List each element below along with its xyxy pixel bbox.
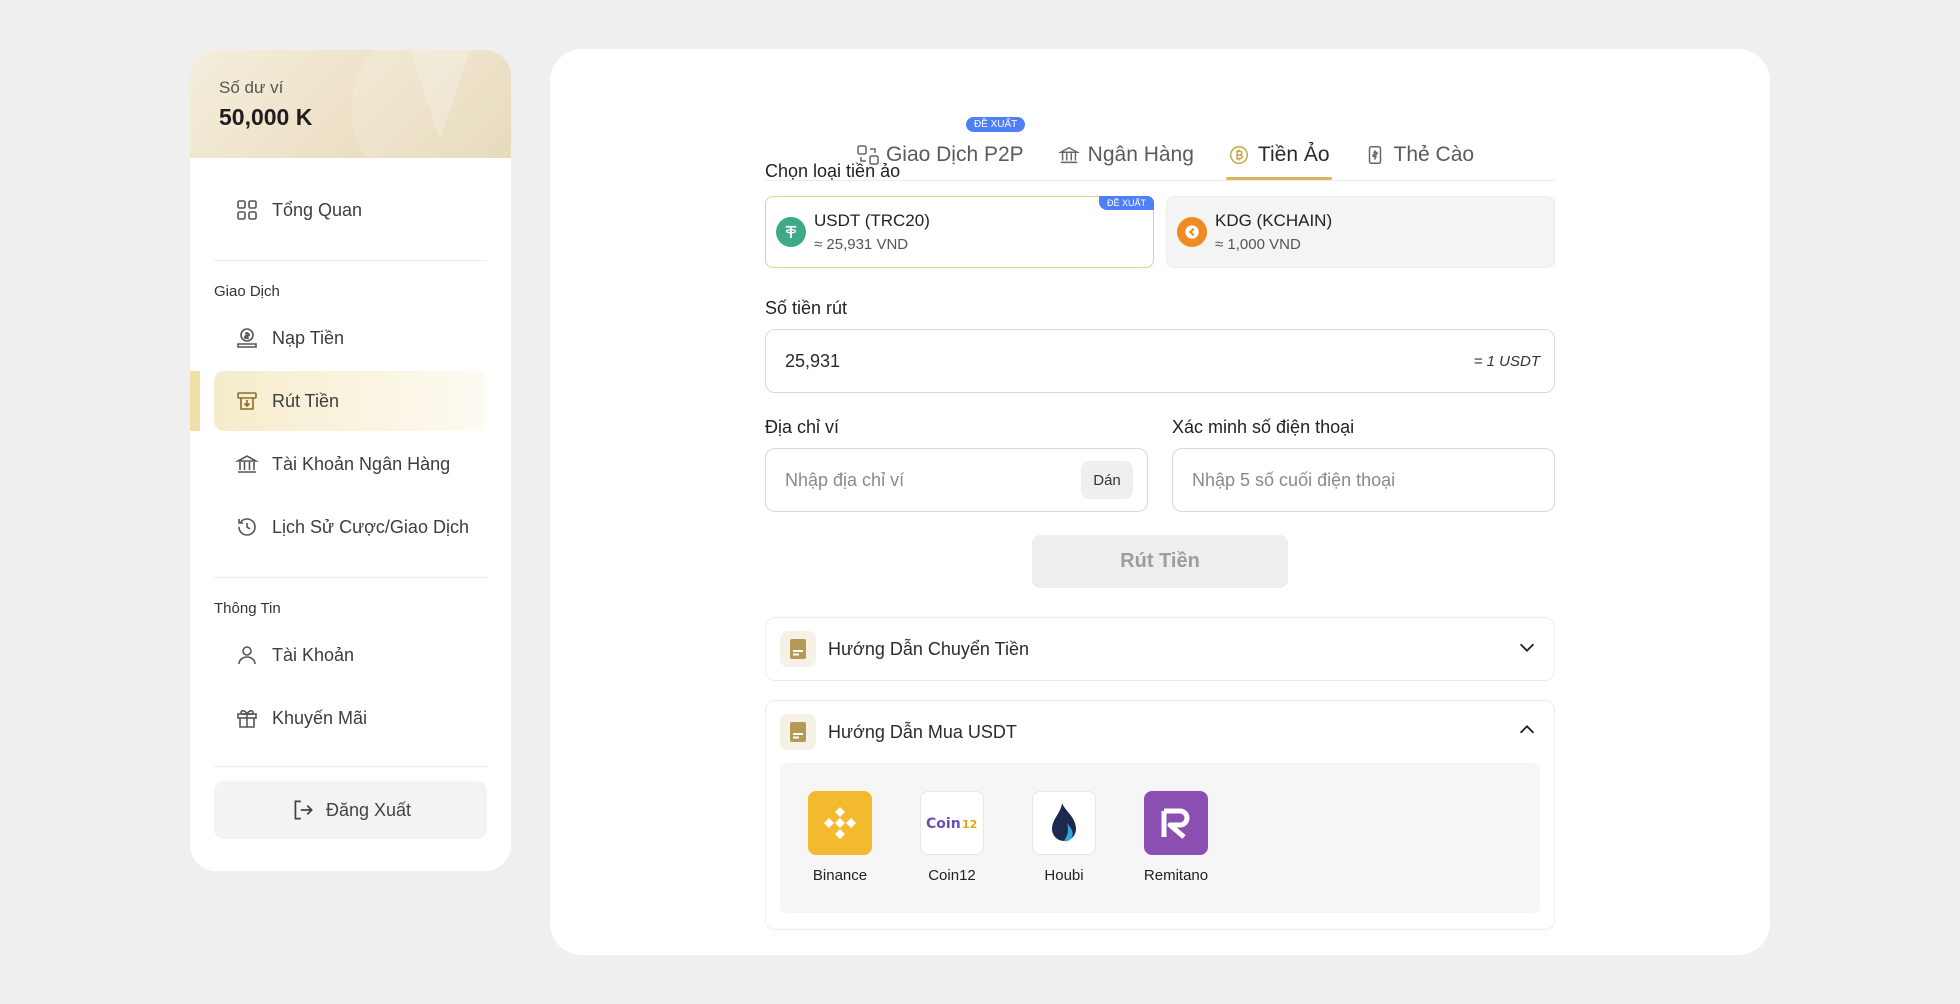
sidebar-item-label: Nạp Tiền [272,327,345,348]
logout-icon [290,797,316,823]
sidebar-item-label: Tổng Quan [272,199,363,220]
amount-conversion: = 1 USDT [1473,352,1540,370]
amount-label: Số tiền rút [765,298,848,318]
sidebar-item-bank-account[interactable]: Tài Khoản Ngân Hàng [214,434,487,494]
phone-verify-input[interactable]: Nhập 5 số cuối điện thoại [1172,448,1555,512]
withdraw-icon [234,388,260,414]
balance-value: 50,000 K [219,104,313,130]
phone-verify-section: Xác minh số điện thoại Nhập 5 số cuối đi… [1172,417,1555,512]
exchange-binance[interactable]: Binance [808,791,872,913]
amount-input[interactable]: 25,931 = 1 USDT [765,329,1555,393]
coin-select-section: Chọn loại tiền ảo ĐỀ XUẤT USDT (TRC20) ≈… [765,161,1555,268]
exchange-name: Houbi [1044,867,1084,884]
accordion-title: Hướng Dẫn Chuyển Tiền [828,638,1029,659]
exchange-coin12[interactable]: Coin 12 Coin12 [920,791,984,913]
paste-button[interactable]: Dán [1081,461,1133,499]
sidebar: Số dư ví 50,000 K Tổng Quan Giao Dịch Nạ… [190,50,511,871]
phone-verify-label: Xác minh số điện thoại [1172,417,1355,437]
chevron-up-icon[interactable] [1516,719,1538,746]
svg-text:12: 12 [962,818,977,831]
exchange-name: Binance [812,867,868,884]
coin-select-label: Chọn loại tiền ảo [765,161,901,181]
wallet-address-placeholder: Nhập địa chỉ ví [785,469,905,490]
chevron-down-icon[interactable] [1516,636,1538,663]
sidebar-item-label: Rút Tiền [272,390,340,411]
section-title-info: Thông Tin [214,600,281,617]
wallet-address-section: Địa chỉ ví Nhập địa chỉ ví Dán [765,417,1148,512]
coin-rate: ≈ 25,931 VND [814,236,909,253]
recommended-badge: ĐỀ XUẤT [1098,196,1154,210]
exchange-list: Binance Coin 12 Coin12 Houbi Remitano [780,763,1540,913]
document-icon [780,631,816,667]
withdraw-submit-button[interactable]: Rút Tiền [1032,535,1288,588]
exchange-remitano[interactable]: Remitano [1144,791,1208,913]
sidebar-item-withdraw[interactable]: Rút Tiền [190,371,487,431]
coin-name: USDT (TRC20) [814,211,930,230]
divider [214,260,487,261]
dashboard-icon [234,197,260,223]
logout-label: Đăng Xuất [325,799,412,820]
sidebar-item-promotion[interactable]: Khuyến Mãi [214,688,487,748]
user-icon [234,642,260,668]
sidebar-item-history[interactable]: Lịch Sử Cược/Giao Dịch [214,497,487,557]
coin12-logo-icon: Coin 12 [920,791,984,855]
coin-rate: ≈ 1,000 VND [1215,236,1301,253]
exchange-houbi[interactable]: Houbi [1032,791,1096,913]
binance-logo-icon [808,791,872,855]
wallet-balance-card: Số dư ví 50,000 K [190,50,511,158]
withdraw-panel: ĐỀ XUẤT Giao Dịch P2P Ngân Hàng Tiền Ảo … [550,49,1770,955]
accordion-title: Hướng Dẫn Mua USDT [828,721,1017,742]
sidebar-item-overview[interactable]: Tổng Quan [214,180,487,240]
buy-usdt-guide-accordion[interactable]: Hướng Dẫn Mua USDT Binance Coin 12 Coin12 [765,700,1555,930]
amount-section: Số tiền rút 25,931 = 1 USDT [765,298,1555,393]
section-title-transactions: Giao Dịch [214,283,280,300]
wallet-address-input[interactable]: Nhập địa chỉ ví Dán [765,448,1148,512]
coin-option-usdt[interactable]: ĐỀ XUẤT USDT (TRC20) ≈ 25,931 VND [765,196,1154,268]
divider [214,766,487,767]
houbi-logo-icon [1032,791,1096,855]
amount-value: 25,931 [785,350,841,371]
tether-icon [776,217,806,247]
balance-label: Số dư ví [219,78,284,97]
sidebar-item-label: Lịch Sử Cược/Giao Dịch [272,516,469,537]
transfer-guide-accordion[interactable]: Hướng Dẫn Chuyển Tiền [765,617,1555,681]
sidebar-item-label: Tài Khoản Ngân Hàng [272,453,451,474]
history-icon [234,514,260,540]
svg-text:Coin: Coin [926,816,961,832]
sidebar-item-label: Khuyến Mãi [272,707,368,728]
divider [214,577,487,578]
gift-icon [234,705,260,731]
recommended-badge: ĐỀ XUẤT [965,117,1026,132]
sidebar-item-deposit[interactable]: Nạp Tiền [214,308,487,368]
exchange-name: Coin12 [928,867,976,884]
sidebar-item-label: Tài Khoản [272,644,355,665]
deposit-icon [234,325,260,351]
remitano-logo-icon [1144,791,1208,855]
kdg-icon [1177,217,1207,247]
coin-option-kdg[interactable]: KDG (KCHAIN) ≈ 1,000 VND [1166,196,1555,268]
document-icon [780,714,816,750]
wallet-address-label: Địa chỉ ví [765,417,840,437]
sidebar-item-account[interactable]: Tài Khoản [214,625,487,685]
exchange-name: Remitano [1143,867,1209,884]
bank-icon [234,451,260,477]
coin-name: KDG (KCHAIN) [1215,211,1333,230]
phone-verify-placeholder: Nhập 5 số cuối điện thoại [1192,469,1396,490]
logout-button[interactable]: Đăng Xuất [214,781,487,839]
